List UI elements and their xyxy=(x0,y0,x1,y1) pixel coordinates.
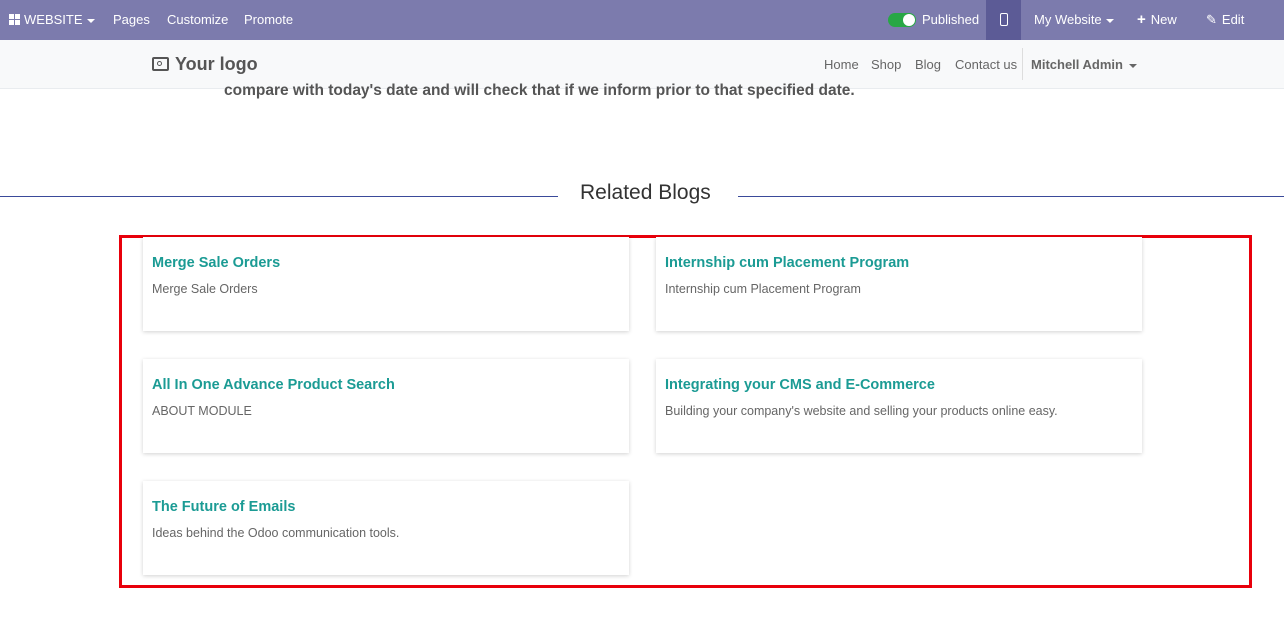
published-toggle[interactable] xyxy=(888,13,916,27)
site-logo[interactable]: Your logo xyxy=(152,54,258,75)
nav-shop[interactable]: Shop xyxy=(871,57,901,72)
divider-line-right xyxy=(738,196,1284,197)
blog-card-title[interactable]: The Future of Emails xyxy=(152,499,295,515)
article-text-fragment: compare with today's date and will check… xyxy=(224,82,855,99)
apps-grid-icon xyxy=(9,14,20,25)
blog-card[interactable]: All In One Advance Product Search ABOUT … xyxy=(143,359,629,453)
mobile-preview-button[interactable] xyxy=(986,0,1021,40)
new-label: New xyxy=(1150,12,1177,27)
blog-card[interactable]: The Future of Emails Ideas behind the Od… xyxy=(143,481,629,575)
mobile-phone-icon xyxy=(1000,13,1008,26)
my-website-menu[interactable]: My Website xyxy=(1034,0,1114,40)
nav-contact-us[interactable]: Contact us xyxy=(955,57,1017,72)
blog-card-description: ABOUT MODULE xyxy=(152,404,252,418)
blog-card-title[interactable]: All In One Advance Product Search xyxy=(152,377,395,393)
camera-icon xyxy=(152,57,169,71)
blog-card-title[interactable]: Internship cum Placement Program xyxy=(665,255,909,271)
user-name: Mitchell Admin xyxy=(1031,57,1123,72)
blog-card[interactable]: Internship cum Placement Program Interns… xyxy=(656,237,1142,331)
blog-card-description: Merge Sale Orders xyxy=(152,282,258,296)
blog-card-title[interactable]: Merge Sale Orders xyxy=(152,255,280,271)
promote-menu[interactable]: Promote xyxy=(244,0,293,40)
blog-card-description: Ideas behind the Odoo communication tool… xyxy=(152,526,400,540)
divider-line-left xyxy=(0,196,558,197)
pencil-icon: ✎ xyxy=(1206,12,1217,27)
pages-menu[interactable]: Pages xyxy=(113,0,150,40)
plus-icon: + xyxy=(1137,11,1146,28)
published-label: Published xyxy=(922,12,980,27)
blog-card-title[interactable]: Integrating your CMS and E-Commerce xyxy=(665,377,935,393)
chevron-down-icon xyxy=(1105,18,1114,23)
customize-menu[interactable]: Customize xyxy=(167,0,228,40)
chevron-down-icon xyxy=(86,18,95,23)
blog-card-description: Building your company's website and sell… xyxy=(665,404,1058,418)
website-menu-label: WEBSITE xyxy=(24,12,83,27)
blog-card[interactable]: Merge Sale Orders Merge Sale Orders xyxy=(143,237,629,331)
admin-bar: WEBSITE Pages Customize Promote Publishe… xyxy=(0,0,1284,40)
edit-label: Edit xyxy=(1221,12,1245,27)
chevron-down-icon xyxy=(1128,63,1137,68)
edit-button[interactable]: ✎ Edit xyxy=(1206,0,1244,40)
blog-card-description: Internship cum Placement Program xyxy=(665,282,861,296)
nav-home[interactable]: Home xyxy=(824,57,859,72)
my-website-label: My Website xyxy=(1034,12,1102,27)
nav-blog[interactable]: Blog xyxy=(915,57,941,72)
user-menu[interactable]: Mitchell Admin xyxy=(1031,57,1137,72)
blog-card[interactable]: Integrating your CMS and E-Commerce Buil… xyxy=(656,359,1142,453)
website-menu[interactable]: WEBSITE xyxy=(9,0,95,40)
new-button[interactable]: + New xyxy=(1137,0,1177,40)
logo-text: Your logo xyxy=(175,54,258,74)
related-blogs-heading: Related Blogs xyxy=(580,181,711,204)
nav-divider xyxy=(1022,48,1023,80)
